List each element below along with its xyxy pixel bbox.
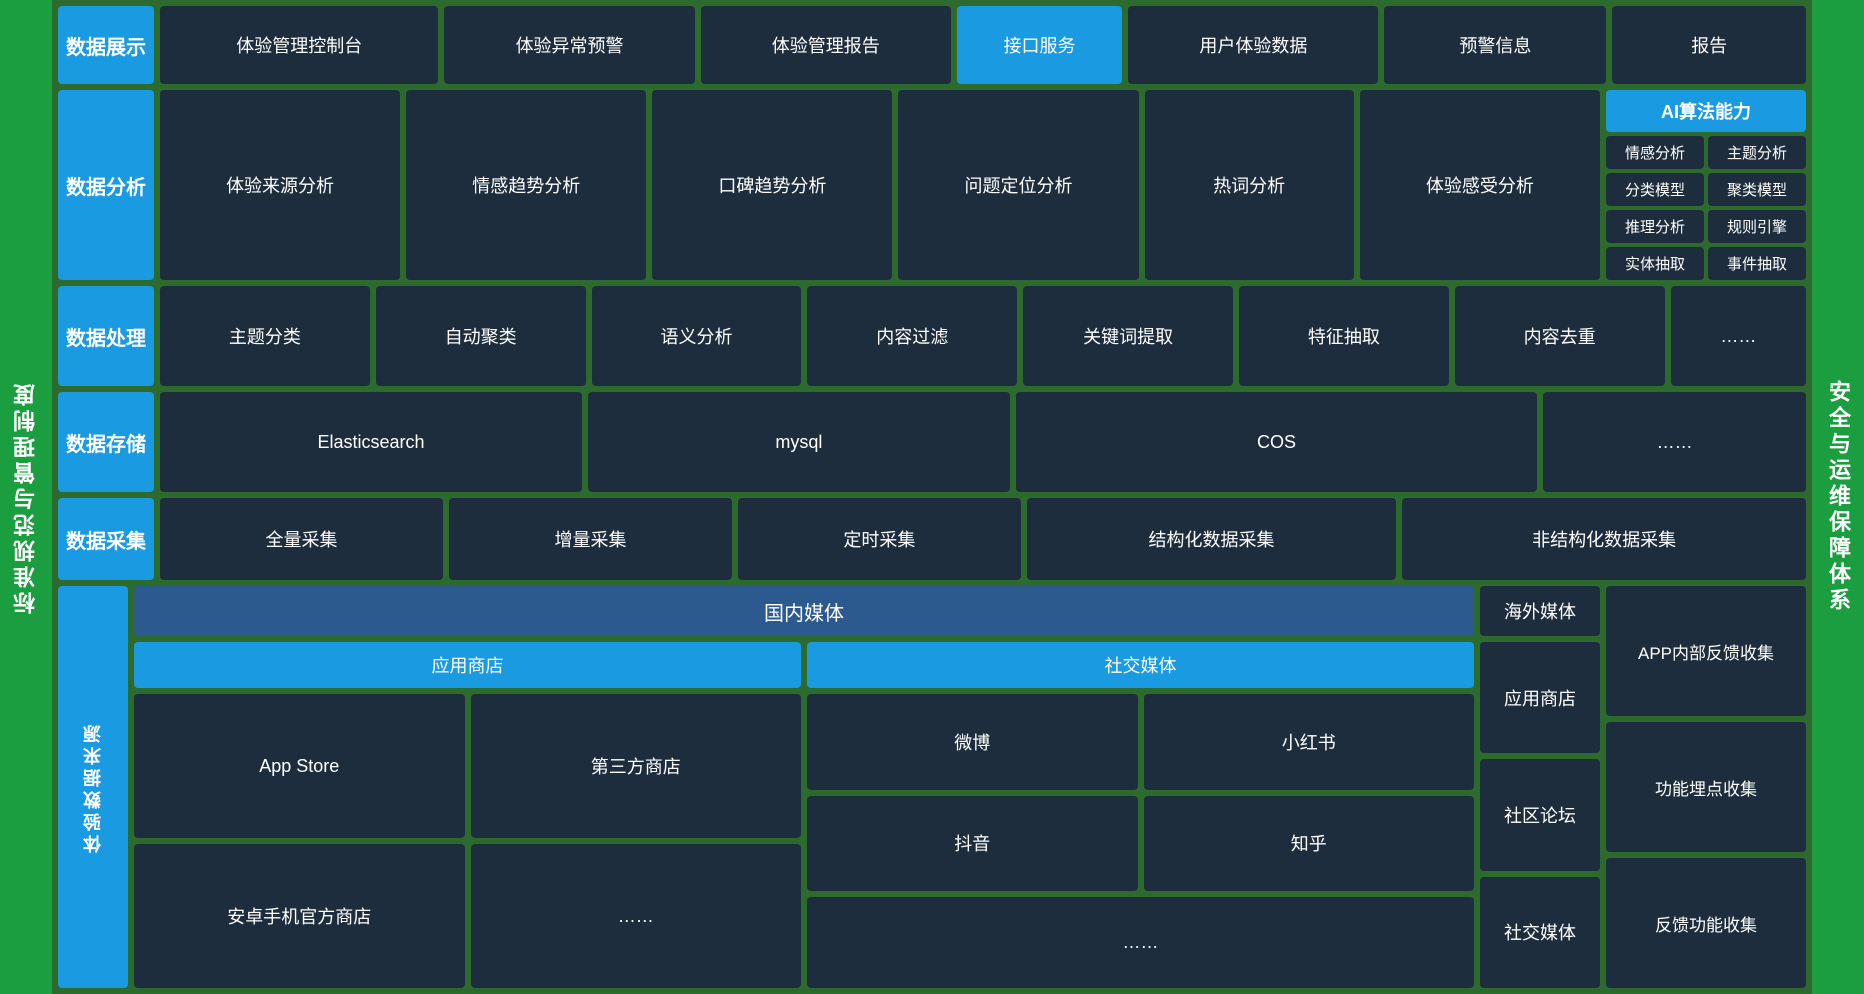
label-data-analysis: 数据分析 xyxy=(58,90,154,280)
cell-api-service[interactable]: 接口服务 xyxy=(957,6,1122,84)
cell-android-official-store[interactable]: 安卓手机官方商店 xyxy=(134,844,465,988)
right-label: 安全与运维保障体系 xyxy=(1812,0,1864,994)
cell-keyword-extraction[interactable]: 关键词提取 xyxy=(1023,286,1233,386)
label-data-collection: 数据采集 xyxy=(58,498,154,580)
app-store-grid: App Store 第三方商店 安卓手机官方商店 …… xyxy=(134,694,801,988)
cell-storage-more[interactable]: …… xyxy=(1543,392,1806,492)
cell-douyin[interactable]: 抖音 xyxy=(807,796,1138,892)
label-data-processing: 数据处理 xyxy=(58,286,154,386)
cell-overseas-community[interactable]: 社区论坛 xyxy=(1480,759,1600,870)
cell-weibo[interactable]: 微博 xyxy=(807,694,1138,790)
cell-app-internal-feedback[interactable]: APP内部反馈收集 xyxy=(1606,586,1806,716)
ai-reasoning-analysis[interactable]: 推理分析 xyxy=(1606,210,1704,243)
cell-feature-extraction[interactable]: 特征抽取 xyxy=(1239,286,1449,386)
cell-topic-classification[interactable]: 主题分类 xyxy=(160,286,370,386)
cell-elasticsearch[interactable]: Elasticsearch xyxy=(160,392,582,492)
cell-overseas-media-label: 海外媒体 xyxy=(1480,586,1600,636)
main-container: 标准规范与管理制度 数据展示 体验管理控制台 体验异常预警 体验管理报告 接口服… xyxy=(0,0,1864,994)
ai-grid: 情感分析 主题分析 分类模型 聚类模型 推理分析 规则引擎 实体抽取 事件抽取 xyxy=(1606,136,1806,280)
row-data-storage: 数据存储 Elasticsearch mysql COS …… xyxy=(58,392,1806,492)
cell-zhihu[interactable]: 知乎 xyxy=(1144,796,1475,892)
cell-sentiment-trend-analysis[interactable]: 情感趋势分析 xyxy=(406,90,646,280)
cell-reputation-trend-analysis[interactable]: 口碑趋势分析 xyxy=(652,90,892,280)
cell-experience-mgmt-report[interactable]: 体验管理报告 xyxy=(701,6,951,84)
cell-hot-word-analysis[interactable]: 热词分析 xyxy=(1145,90,1354,280)
cell-experience-mgmt-console[interactable]: 体验管理控制台 xyxy=(160,6,438,84)
cell-content-dedup[interactable]: 内容去重 xyxy=(1455,286,1665,386)
app-store-title: 应用商店 xyxy=(134,642,801,688)
ai-clustering-model[interactable]: 聚类模型 xyxy=(1708,173,1806,206)
cell-domestic-media[interactable]: 国内媒体 xyxy=(134,586,1474,636)
app-store-block: 应用商店 App Store 第三方商店 安卓手机官方商店 …… xyxy=(134,642,801,988)
cell-report[interactable]: 报告 xyxy=(1612,6,1806,84)
cell-processing-more[interactable]: …… xyxy=(1671,286,1806,386)
cell-feedback-function[interactable]: 反馈功能收集 xyxy=(1606,858,1806,988)
cell-experience-anomaly-alert[interactable]: 体验异常预警 xyxy=(444,6,694,84)
label-data-storage: 数据存储 xyxy=(58,392,154,492)
cell-third-party-store[interactable]: 第三方商店 xyxy=(471,694,802,838)
cell-alert-info[interactable]: 预警信息 xyxy=(1384,6,1606,84)
cell-experience-source-analysis[interactable]: 体验来源分析 xyxy=(160,90,400,280)
cell-overseas-social[interactable]: 社交媒体 xyxy=(1480,877,1600,988)
ai-algorithm-block: AI算法能力 情感分析 主题分析 分类模型 聚类模型 推理分析 规则引擎 实体抽… xyxy=(1606,90,1806,280)
main-grid: 数据展示 体验管理控制台 体验异常预警 体验管理报告 接口服务 用户体验数据 预… xyxy=(52,0,1812,994)
left-label: 标准规范与管理制度 xyxy=(0,0,52,994)
ai-entity-extraction[interactable]: 实体抽取 xyxy=(1606,247,1704,280)
social-media-grid: 微博 小红书 抖音 知乎 …… xyxy=(807,694,1474,988)
app-social-row: 应用商店 App Store 第三方商店 安卓手机官方商店 …… 社交媒体 微博 xyxy=(134,642,1474,988)
label-data-display: 数据展示 xyxy=(58,6,154,84)
row-data-analysis: 数据分析 体验来源分析 情感趋势分析 口碑趋势分析 问题定位分析 热词分析 体验… xyxy=(58,90,1806,280)
cell-social-more[interactable]: …… xyxy=(807,897,1474,988)
cell-app-more[interactable]: …… xyxy=(471,844,802,988)
cell-xiaohongshu[interactable]: 小红书 xyxy=(1144,694,1475,790)
ai-algorithm-title: AI算法能力 xyxy=(1606,90,1806,132)
cell-mysql[interactable]: mysql xyxy=(588,392,1010,492)
ai-event-extraction[interactable]: 事件抽取 xyxy=(1708,247,1806,280)
cell-semantic-analysis[interactable]: 语义分析 xyxy=(592,286,802,386)
exp-label-text: 体验数据来源 xyxy=(80,721,106,853)
social-media-title: 社交媒体 xyxy=(807,642,1474,688)
ai-sentiment-analysis[interactable]: 情感分析 xyxy=(1606,136,1704,169)
cell-auto-clustering[interactable]: 自动聚类 xyxy=(376,286,586,386)
overseas-column: 海外媒体 应用商店 社区论坛 社交媒体 xyxy=(1480,586,1600,988)
cell-unstructured-data-collection[interactable]: 非结构化数据采集 xyxy=(1402,498,1806,580)
row-experience-data-source: 体验数据来源 国内媒体 应用商店 App Store 第三方商店 安卓手机官方商… xyxy=(58,586,1806,988)
social-media-block: 社交媒体 微博 小红书 抖音 知乎 …… xyxy=(807,642,1474,988)
cell-content-filter[interactable]: 内容过滤 xyxy=(807,286,1017,386)
row-data-display: 数据展示 体验管理控制台 体验异常预警 体验管理报告 接口服务 用户体验数据 预… xyxy=(58,6,1806,84)
cell-full-collection[interactable]: 全量采集 xyxy=(160,498,443,580)
ai-topic-analysis[interactable]: 主题分析 xyxy=(1708,136,1806,169)
cell-structured-data-collection[interactable]: 结构化数据采集 xyxy=(1027,498,1396,580)
cell-experience-feeling-analysis[interactable]: 体验感受分析 xyxy=(1360,90,1600,280)
cell-app-store[interactable]: App Store xyxy=(134,694,465,838)
cell-function-tracking[interactable]: 功能埋点收集 xyxy=(1606,722,1806,852)
cell-scheduled-collection[interactable]: 定时采集 xyxy=(738,498,1021,580)
cell-incremental-collection[interactable]: 增量采集 xyxy=(449,498,732,580)
cell-user-experience-data[interactable]: 用户体验数据 xyxy=(1128,6,1378,84)
row-data-collection: 数据采集 全量采集 增量采集 定时采集 结构化数据采集 非结构化数据采集 xyxy=(58,498,1806,580)
cell-problem-location-analysis[interactable]: 问题定位分析 xyxy=(898,90,1138,280)
right-column: APP内部反馈收集 功能埋点收集 反馈功能收集 xyxy=(1606,586,1806,988)
cell-cos[interactable]: COS xyxy=(1016,392,1537,492)
cell-overseas-app-store[interactable]: 应用商店 xyxy=(1480,642,1600,753)
domestic-content: 国内媒体 应用商店 App Store 第三方商店 安卓手机官方商店 …… xyxy=(134,586,1474,988)
ai-rule-engine[interactable]: 规则引擎 xyxy=(1708,210,1806,243)
ai-classification-model[interactable]: 分类模型 xyxy=(1606,173,1704,206)
label-experience-data-source: 体验数据来源 xyxy=(58,586,128,988)
row-data-processing: 数据处理 主题分类 自动聚类 语义分析 内容过滤 关键词提取 特征抽取 内容去重… xyxy=(58,286,1806,386)
